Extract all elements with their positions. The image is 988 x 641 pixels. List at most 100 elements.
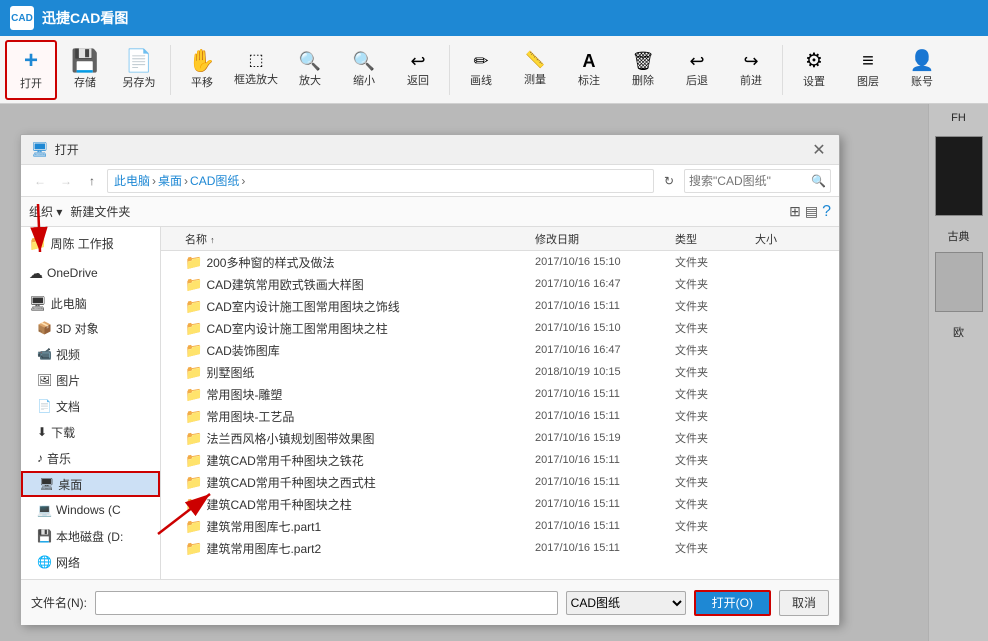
dialog-main: 📁 周陈 工作报 ☁ OneDrive 🖥 此电脑 📦: [21, 227, 839, 579]
file-name-cell: 📁 建筑常用图库七.part1: [165, 518, 535, 535]
file-date-cell: 2017/10/16 15:11: [535, 542, 675, 554]
folder-icon: 📁: [185, 298, 202, 315]
marquee-icon: ⬚: [248, 53, 263, 69]
file-name-cell: 📁 法兰西风格小镇规划图带效果图: [165, 430, 535, 447]
nav-item-documents[interactable]: 📄 文档: [21, 393, 160, 419]
file-name-cell: 📁 CAD建筑常用欧式铁画大样图: [165, 276, 535, 293]
column-header-name[interactable]: 名称 ↑: [165, 231, 535, 247]
path-segment-cad[interactable]: CAD图纸: [190, 172, 239, 189]
toolbar-layers-button[interactable]: ≡ 图层: [842, 40, 894, 100]
toolbar-zoomout-button[interactable]: 🔍 缩小: [338, 40, 390, 100]
new-folder-button[interactable]: 新建文件夹: [70, 203, 130, 220]
file-type-cell: 文件夹: [675, 386, 755, 402]
toolbar-pan-button[interactable]: ✋ 平移: [176, 40, 228, 100]
nav-forward-button[interactable]: →: [55, 170, 77, 192]
toolbar-open-button[interactable]: + 打开: [5, 40, 57, 100]
toolbar-settings-button[interactable]: ⚙ 设置: [788, 40, 840, 100]
table-row[interactable]: 📁 CAD装饰图库 2017/10/16 16:47 文件夹: [161, 339, 839, 361]
file-name-text: 法兰西风格小镇规划图带效果图: [206, 430, 374, 447]
nav-item-3dobjects[interactable]: 📦 3D 对象: [21, 315, 160, 341]
table-row[interactable]: 📁 建筑CAD常用千种图块之铁花 2017/10/16 15:11 文件夹: [161, 449, 839, 471]
dialog-title-icon: 🖥: [31, 141, 49, 158]
view-list-button[interactable]: ▤: [805, 203, 818, 220]
drawline-label: 画线: [470, 72, 492, 88]
table-row[interactable]: 📁 CAD室内设计施工图常用图块之柱 2017/10/16 15:10 文件夹: [161, 317, 839, 339]
view-details-button[interactable]: ⊞: [789, 203, 801, 220]
nav-item-network[interactable]: 🌐 网络: [21, 549, 160, 575]
refresh-button[interactable]: ↻: [658, 170, 680, 192]
column-header-size[interactable]: 大小: [755, 231, 835, 247]
toolbar-undo-button[interactable]: ↩ 后退: [671, 40, 723, 100]
organize-button[interactable]: 组织 ▾: [29, 203, 62, 220]
nav-item-local-d[interactable]: 💾 本地磁盘 (D:: [21, 523, 160, 549]
nav-back-button[interactable]: ←: [29, 170, 51, 192]
file-name-cell: 📁 常用图块-雕塑: [165, 386, 535, 403]
table-row[interactable]: 📁 常用图块-雕塑 2017/10/16 15:11 文件夹: [161, 383, 839, 405]
table-row[interactable]: 📁 建筑常用图库七.part2 2017/10/16 15:11 文件夹: [161, 537, 839, 559]
toolbar-mark-button[interactable]: A 标注: [563, 40, 615, 100]
table-row[interactable]: 📁 法兰西风格小镇规划图带效果图 2017/10/16 15:19 文件夹: [161, 427, 839, 449]
file-date-cell: 2017/10/16 15:11: [535, 476, 675, 488]
filetype-select[interactable]: CAD图纸: [566, 591, 686, 615]
toolbar-saveas-button[interactable]: 📄 另存为: [113, 40, 165, 100]
nav-item-downloads[interactable]: ⬇ 下载: [21, 419, 160, 445]
zoomout-label: 缩小: [353, 72, 375, 88]
toolbar-measure-button[interactable]: 📏 测量: [509, 40, 561, 100]
help-button[interactable]: ?: [822, 203, 831, 221]
search-input[interactable]: [689, 174, 809, 188]
nav-item-music[interactable]: ♪ 音乐: [21, 445, 160, 471]
cancel-button[interactable]: 取消: [779, 590, 829, 616]
table-row[interactable]: 📁 建筑常用图库七.part1 2017/10/16 15:11 文件夹: [161, 515, 839, 537]
path-separator-1: ›: [152, 174, 156, 188]
table-row[interactable]: 📁 建筑CAD常用千种图块之柱 2017/10/16 15:11 文件夹: [161, 493, 839, 515]
toolbar-marquee-button[interactable]: ⬚ 框选放大: [230, 40, 282, 100]
nav-up-button[interactable]: ↑: [81, 170, 103, 192]
column-header-type[interactable]: 类型: [675, 231, 755, 247]
path-segment-computer[interactable]: 此电脑: [114, 172, 150, 189]
file-date-cell: 2017/10/16 15:10: [535, 256, 675, 268]
file-type-cell: 文件夹: [675, 276, 755, 292]
column-header-date[interactable]: 修改日期: [535, 231, 675, 247]
open-button[interactable]: 打开(O): [694, 590, 771, 616]
toolbar-zoomin-button[interactable]: 🔍 放大: [284, 40, 336, 100]
nav-windows-icon: 💻: [37, 503, 52, 517]
nav-item-desktop[interactable]: 🖥 桌面: [21, 471, 160, 497]
dialog-close-button[interactable]: ✕: [809, 140, 829, 160]
layers-icon: ≡: [862, 51, 874, 71]
nav-network-icon: 🌐: [37, 555, 52, 569]
toolbar-drawline-button[interactable]: ✏ 画线: [455, 40, 507, 100]
address-path[interactable]: 此电脑 › 桌面 › CAD图纸 ›: [107, 169, 654, 193]
folder-icon: 📁: [185, 496, 202, 513]
folder-icon: 📁: [185, 254, 202, 271]
filename-input[interactable]: [95, 591, 558, 615]
file-date-cell: 2017/10/16 15:11: [535, 520, 675, 532]
nav-3dobjects-icon: 📦: [37, 321, 52, 335]
nav-item-computer[interactable]: 🖥 此电脑: [21, 291, 160, 315]
nav-item-pictures[interactable]: 🖼 图片: [21, 367, 160, 393]
folder-icon: 📁: [185, 386, 202, 403]
toolbar-account-button[interactable]: 👤 账号: [896, 40, 948, 100]
file-date-cell: 2017/10/16 15:11: [535, 300, 675, 312]
table-row[interactable]: 📁 别墅图纸 2018/10/19 10:15 文件夹: [161, 361, 839, 383]
file-date-cell: 2017/10/16 15:11: [535, 454, 675, 466]
nav-item-onedrive[interactable]: ☁ OneDrive: [21, 261, 160, 285]
file-name-cell: 📁 别墅图纸: [165, 364, 535, 381]
address-bar: ← → ↑ 此电脑 › 桌面 › CAD图纸 › ↻ 🔍: [21, 165, 839, 197]
table-row[interactable]: 📁 CAD建筑常用欧式铁画大样图 2017/10/16 16:47 文件夹: [161, 273, 839, 295]
file-name-cell: 📁 建筑CAD常用千种图块之铁花: [165, 452, 535, 469]
table-row[interactable]: 📁 200多种窗的样式及做法 2017/10/16 15:10 文件夹: [161, 251, 839, 273]
nav-item-windows[interactable]: 💻 Windows (C: [21, 497, 160, 523]
table-row[interactable]: 📁 建筑CAD常用千种图块之西式柱 2017/10/16 15:11 文件夹: [161, 471, 839, 493]
nav-3dobjects-label: 3D 对象: [56, 320, 99, 337]
toolbar-return-button[interactable]: ↩ 返回: [392, 40, 444, 100]
file-type-cell: 文件夹: [675, 408, 755, 424]
nav-item-recent[interactable]: 📁 周陈 工作报: [21, 231, 160, 255]
nav-item-videos[interactable]: 📹 视频: [21, 341, 160, 367]
toolbar-redo-button[interactable]: ↪ 前进: [725, 40, 777, 100]
app-title: 迅捷CAD看图: [42, 8, 128, 28]
table-row[interactable]: 📁 CAD室内设计施工图常用图块之饰线 2017/10/16 15:11 文件夹: [161, 295, 839, 317]
toolbar-delete-button[interactable]: 🗑 删除: [617, 40, 669, 100]
table-row[interactable]: 📁 常用图块-工艺品 2017/10/16 15:11 文件夹: [161, 405, 839, 427]
path-segment-desktop[interactable]: 桌面: [158, 172, 182, 189]
toolbar-save-button[interactable]: 💾 存储: [59, 40, 111, 100]
